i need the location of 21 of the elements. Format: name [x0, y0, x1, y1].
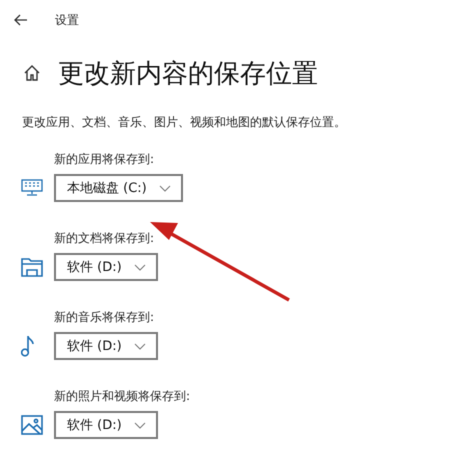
field-label: 新的照片和视频将保存到: — [54, 388, 192, 405]
chevron-down-icon — [134, 342, 146, 350]
drive-dropdown[interactable]: 本地磁盘 (C:) — [54, 174, 183, 202]
folder-icon — [21, 257, 43, 277]
field-label: 新的文档将保存到: — [54, 230, 156, 247]
drive-dropdown[interactable]: 软件 (D:) — [54, 253, 158, 281]
chevron-down-icon — [134, 264, 146, 270]
drive-dropdown[interactable]: 软件 (D:) — [54, 332, 158, 360]
back-arrow-icon[interactable] — [14, 14, 28, 26]
chevron-down-icon — [158, 184, 171, 192]
page-description: 更改应用、文档、音乐、图片、视频和地图的默认保存位置。 — [22, 114, 347, 131]
window-title: 设置 — [55, 12, 79, 28]
music-note-icon — [21, 335, 35, 357]
image-icon — [21, 415, 43, 435]
field-label: 新的音乐将保存到: — [54, 309, 156, 326]
page-heading: 更改新内容的保存位置 — [58, 58, 318, 90]
field-label: 新的应用将保存到: — [54, 151, 156, 168]
drive-dropdown[interactable]: 软件 (D:) — [54, 411, 158, 439]
home-icon[interactable] — [24, 65, 40, 81]
chevron-down-icon — [134, 422, 146, 428]
monitor-icon — [21, 179, 43, 197]
